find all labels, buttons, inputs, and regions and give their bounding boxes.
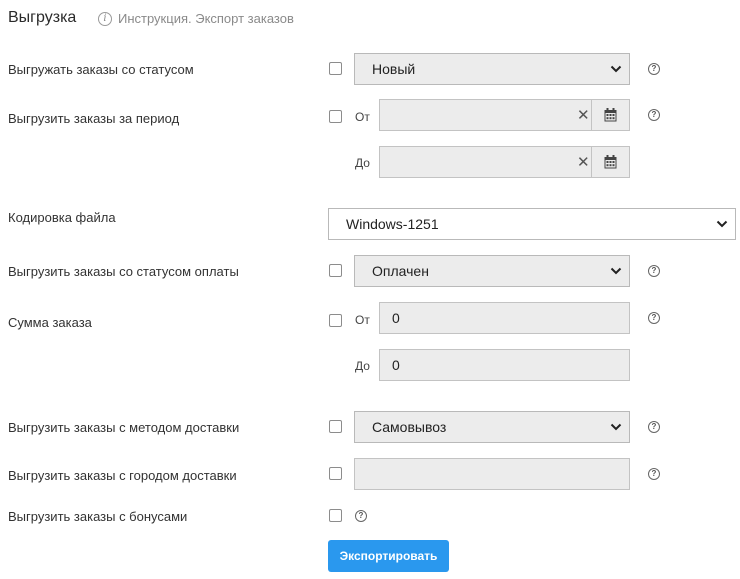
- status-help-icon[interactable]: ?: [648, 63, 660, 75]
- amount-from-label: От: [355, 313, 370, 327]
- payment-status-label: Выгрузить заказы со статусом оплаты: [8, 264, 239, 279]
- delivery-city-label: Выгрузить заказы с городом доставки: [8, 468, 237, 483]
- clear-x-icon[interactable]: ✕: [577, 153, 590, 171]
- amount-from-value: 0: [392, 310, 400, 326]
- period-label: Выгрузить заказы за период: [8, 111, 180, 126]
- chevron-down-icon: [716, 220, 728, 228]
- payment-status-select[interactable]: Оплачен: [354, 255, 630, 287]
- amount-help-icon[interactable]: ?: [648, 312, 660, 324]
- payment-status-select-value: Оплачен: [372, 263, 429, 279]
- delivery-method-checkbox[interactable]: [329, 420, 342, 433]
- delivery-city-help-icon[interactable]: ?: [648, 468, 660, 480]
- chevron-down-icon: [610, 65, 622, 73]
- delivery-city-input[interactable]: [354, 458, 630, 490]
- encoding-select[interactable]: Windows-1251: [328, 208, 736, 240]
- period-checkbox[interactable]: [329, 110, 342, 123]
- period-to-input[interactable]: [379, 146, 592, 178]
- info-circle-icon: i: [98, 11, 112, 26]
- clear-x-icon[interactable]: ✕: [577, 106, 590, 124]
- period-to-calendar-button[interactable]: [591, 146, 630, 178]
- instruction-link-text: Инструкция. Экспорт заказов: [118, 11, 294, 26]
- bonuses-help-icon[interactable]: ?: [355, 510, 367, 522]
- period-from-calendar-button[interactable]: [591, 99, 630, 131]
- encoding-select-value: Windows-1251: [346, 216, 439, 232]
- amount-to-label: До: [355, 359, 370, 373]
- amount-checkbox[interactable]: [329, 314, 342, 327]
- amount-to-value: 0: [392, 357, 400, 373]
- period-to-label: До: [355, 156, 370, 170]
- amount-to-input[interactable]: 0: [379, 349, 630, 381]
- delivery-method-select-value: Самовывоз: [372, 419, 447, 435]
- chevron-down-icon: [610, 267, 622, 275]
- calendar-icon: [604, 108, 617, 122]
- bonuses-checkbox[interactable]: [329, 509, 342, 522]
- period-from-input[interactable]: [379, 99, 592, 131]
- delivery-method-label: Выгрузить заказы с методом доставки: [8, 420, 240, 435]
- instruction-link[interactable]: i Инструкция. Экспорт заказов: [98, 11, 294, 26]
- period-help-icon[interactable]: ?: [648, 109, 660, 121]
- payment-status-checkbox[interactable]: [329, 264, 342, 277]
- calendar-icon: [604, 155, 617, 169]
- delivery-city-checkbox[interactable]: [329, 467, 342, 480]
- bonuses-label: Выгрузить заказы с бонусами: [8, 509, 188, 524]
- delivery-method-select[interactable]: Самовывоз: [354, 411, 630, 443]
- amount-label: Сумма заказа: [8, 315, 92, 330]
- delivery-method-help-icon[interactable]: ?: [648, 421, 660, 433]
- status-select-value: Новый: [372, 61, 416, 77]
- period-from-label: От: [355, 110, 370, 124]
- status-select[interactable]: Новый: [354, 53, 630, 85]
- status-checkbox[interactable]: [329, 62, 342, 75]
- page-title: Выгрузка: [8, 9, 77, 26]
- status-label: Выгружать заказы со статусом: [8, 62, 194, 77]
- amount-from-input[interactable]: 0: [379, 302, 630, 334]
- payment-status-help-icon[interactable]: ?: [648, 265, 660, 277]
- export-button[interactable]: Экспортировать: [328, 540, 449, 572]
- encoding-label: Кодировка файла: [8, 210, 116, 225]
- chevron-down-icon: [610, 423, 622, 431]
